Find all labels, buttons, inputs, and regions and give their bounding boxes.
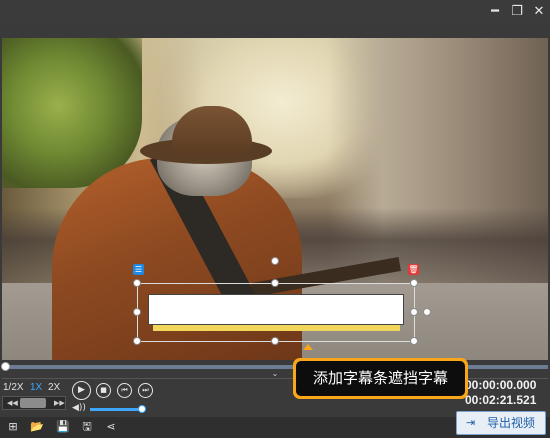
share-icon[interactable]: ⋖ [104,420,118,434]
progress-thumb[interactable] [1,362,10,371]
stop-button[interactable]: ■ [96,383,111,398]
resize-handle-bottom[interactable] [271,337,279,345]
save-as-icon[interactable]: 🖫 [80,420,94,434]
volume-thumb[interactable] [138,405,146,413]
resize-handle-top-left[interactable] [133,279,141,287]
prev-frame-button[interactable]: ⏮ [117,383,132,398]
minimize-icon[interactable]: ━ [484,0,506,24]
speed-slider-thumb[interactable] [20,398,46,408]
resize-handle-right-outer[interactable] [423,308,431,316]
total-time: 00:02:21.521 [465,393,537,407]
next-frame-button[interactable]: ⏭ [138,383,153,398]
export-icon: ⇥ [466,416,476,429]
speed-normal[interactable]: 1X [30,381,42,395]
settings-badge-icon[interactable]: ☰ [133,264,144,275]
resize-handle-top-right[interactable] [410,279,418,287]
speed-double[interactable]: 2X [48,381,60,395]
speed-increase-icon[interactable]: ▶▶ [54,398,65,408]
play-button[interactable]: ▶ [72,381,91,400]
tooltip-arrow [303,344,313,350]
resize-handle-left[interactable] [133,308,141,316]
subtitle-mask-box[interactable] [148,294,404,325]
restore-icon[interactable]: ❐ [506,0,528,24]
add-media-icon[interactable]: ⊞ [6,420,20,434]
close-icon[interactable]: ✕ [528,0,550,24]
resize-handle-top[interactable] [271,279,279,287]
current-time: 00:00:00.000 [465,378,537,392]
delete-badge-icon[interactable]: 🗑 [408,264,419,275]
resize-handle-right[interactable] [410,308,418,316]
speed-decrease-icon[interactable]: ◀◀ [7,398,18,408]
tooltip-text: 添加字幕条遮挡字幕 [296,361,465,396]
rotate-handle[interactable] [271,257,279,265]
tooltip: 添加字幕条遮挡字幕 [293,358,468,399]
resize-handle-bottom-left[interactable] [133,337,141,345]
speed-half[interactable]: 1/2X [3,381,24,395]
title-bar [0,0,550,24]
subtitle-mask-bar [153,325,400,331]
open-folder-icon[interactable]: 📂 [30,420,44,434]
collapse-icon[interactable]: ⌄ [270,370,280,378]
save-icon[interactable]: 💾 [56,420,70,434]
volume-icon[interactable]: ◀)) [72,403,86,413]
resize-handle-bottom-right[interactable] [410,337,418,345]
volume-slider[interactable] [90,408,142,411]
